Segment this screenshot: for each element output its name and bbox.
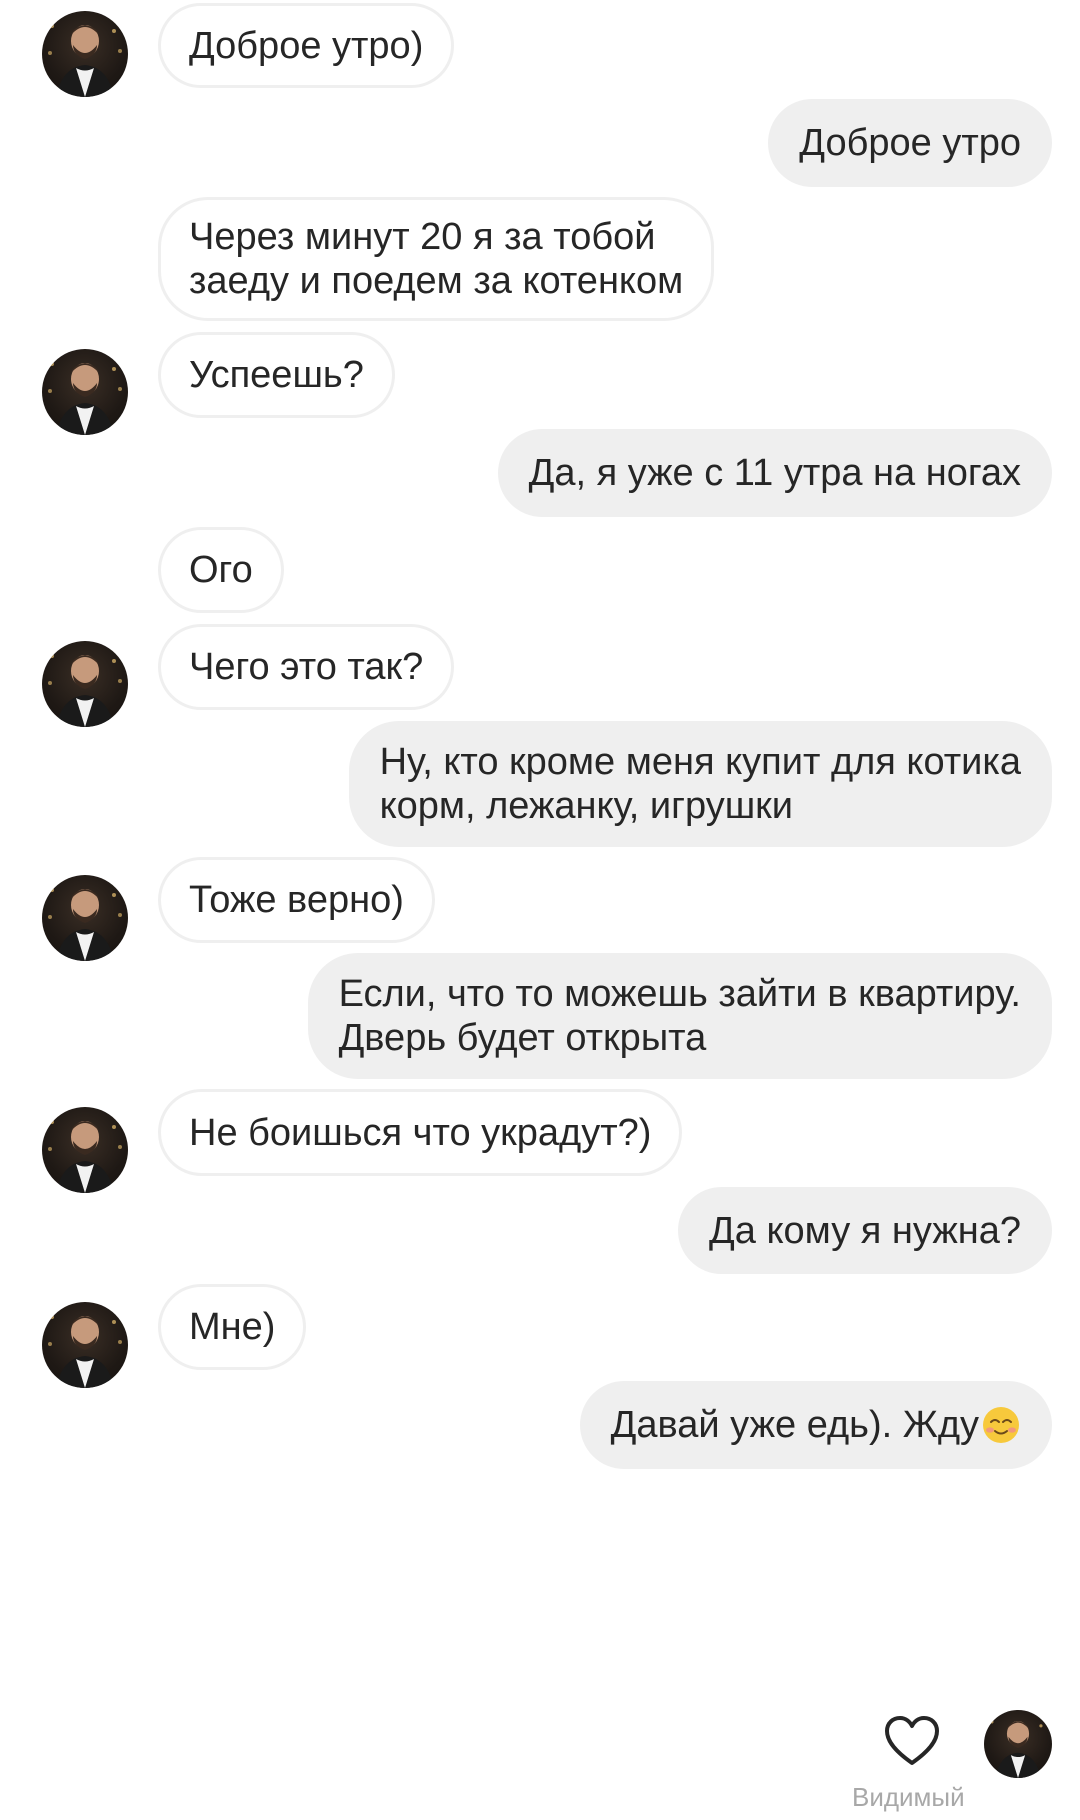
message-text: Ого	[189, 549, 253, 591]
message-text: Если, что то можешь зайти в квартиру. Дв…	[338, 973, 1021, 1059]
smiling-face-emoji-icon	[983, 1407, 1019, 1443]
contact-avatar[interactable]	[42, 1107, 128, 1193]
avatar-photo-icon	[48, 1120, 122, 1193]
outgoing-message[interactable]: Ну, кто кроме меня купит для котика корм…	[348, 721, 1052, 847]
seen-avatar	[984, 1710, 1052, 1778]
incoming-message[interactable]: Не боишься что украдут?)	[158, 1089, 683, 1176]
message-text: Доброе утро	[799, 122, 1021, 164]
incoming-message[interactable]: Чего это так?	[158, 624, 455, 710]
avatar-photo-icon	[48, 1315, 122, 1388]
message-text: Не боишься что украдут?)	[189, 1111, 652, 1154]
incoming-message[interactable]: Доброе утро)	[158, 3, 455, 88]
heart-outline-icon[interactable]	[882, 1712, 942, 1772]
outgoing-message[interactable]: Доброе утро	[768, 99, 1052, 187]
avatar-photo-icon	[990, 1720, 1043, 1778]
outgoing-message[interactable]: Да кому я нужна?	[678, 1187, 1052, 1274]
incoming-message[interactable]: Ого	[158, 527, 284, 613]
contact-avatar[interactable]	[42, 641, 128, 727]
message-text: Давай уже едь). Жду	[610, 1404, 979, 1446]
message-text: Тоже верно)	[189, 879, 404, 921]
avatar-photo-icon	[48, 24, 122, 97]
message-text: Ну, кто кроме меня купит для котика корм…	[379, 741, 1021, 827]
message-text: Успеешь?	[189, 354, 364, 396]
avatar-photo-icon	[48, 888, 122, 961]
message-text: Через минут 20 я за тобой заеду и поедем…	[189, 216, 684, 302]
incoming-message[interactable]: Успеешь?	[158, 332, 395, 418]
avatar-photo-icon	[48, 654, 122, 727]
outgoing-message[interactable]: Давай уже едь). Жду	[579, 1381, 1052, 1469]
incoming-message[interactable]: Через минут 20 я за тобой заеду и поедем…	[158, 197, 715, 321]
incoming-message[interactable]: Мне)	[158, 1284, 307, 1370]
message-text: Да кому я нужна?	[709, 1209, 1021, 1252]
seen-indicator: Видимый	[852, 1710, 1052, 1812]
seen-label: Видимый	[852, 1782, 965, 1812]
contact-avatar[interactable]	[42, 875, 128, 961]
contact-avatar[interactable]	[42, 1302, 128, 1388]
avatar-photo-icon	[48, 362, 122, 435]
chat-thread: Доброе утро) Доброе утро Через минут 20 …	[0, 0, 1080, 1820]
outgoing-message[interactable]: Если, что то можешь зайти в квартиру. Дв…	[307, 953, 1052, 1079]
contact-avatar[interactable]	[42, 349, 128, 435]
contact-avatar[interactable]	[42, 11, 128, 97]
message-text: Чего это так?	[189, 646, 424, 688]
message-text: Мне)	[189, 1306, 276, 1348]
message-text: Доброе утро)	[189, 24, 424, 67]
message-text: Да, я уже с 11 утра на ногах	[528, 452, 1021, 494]
outgoing-message[interactable]: Да, я уже с 11 утра на ногах	[497, 429, 1052, 517]
incoming-message[interactable]: Тоже верно)	[158, 857, 435, 943]
